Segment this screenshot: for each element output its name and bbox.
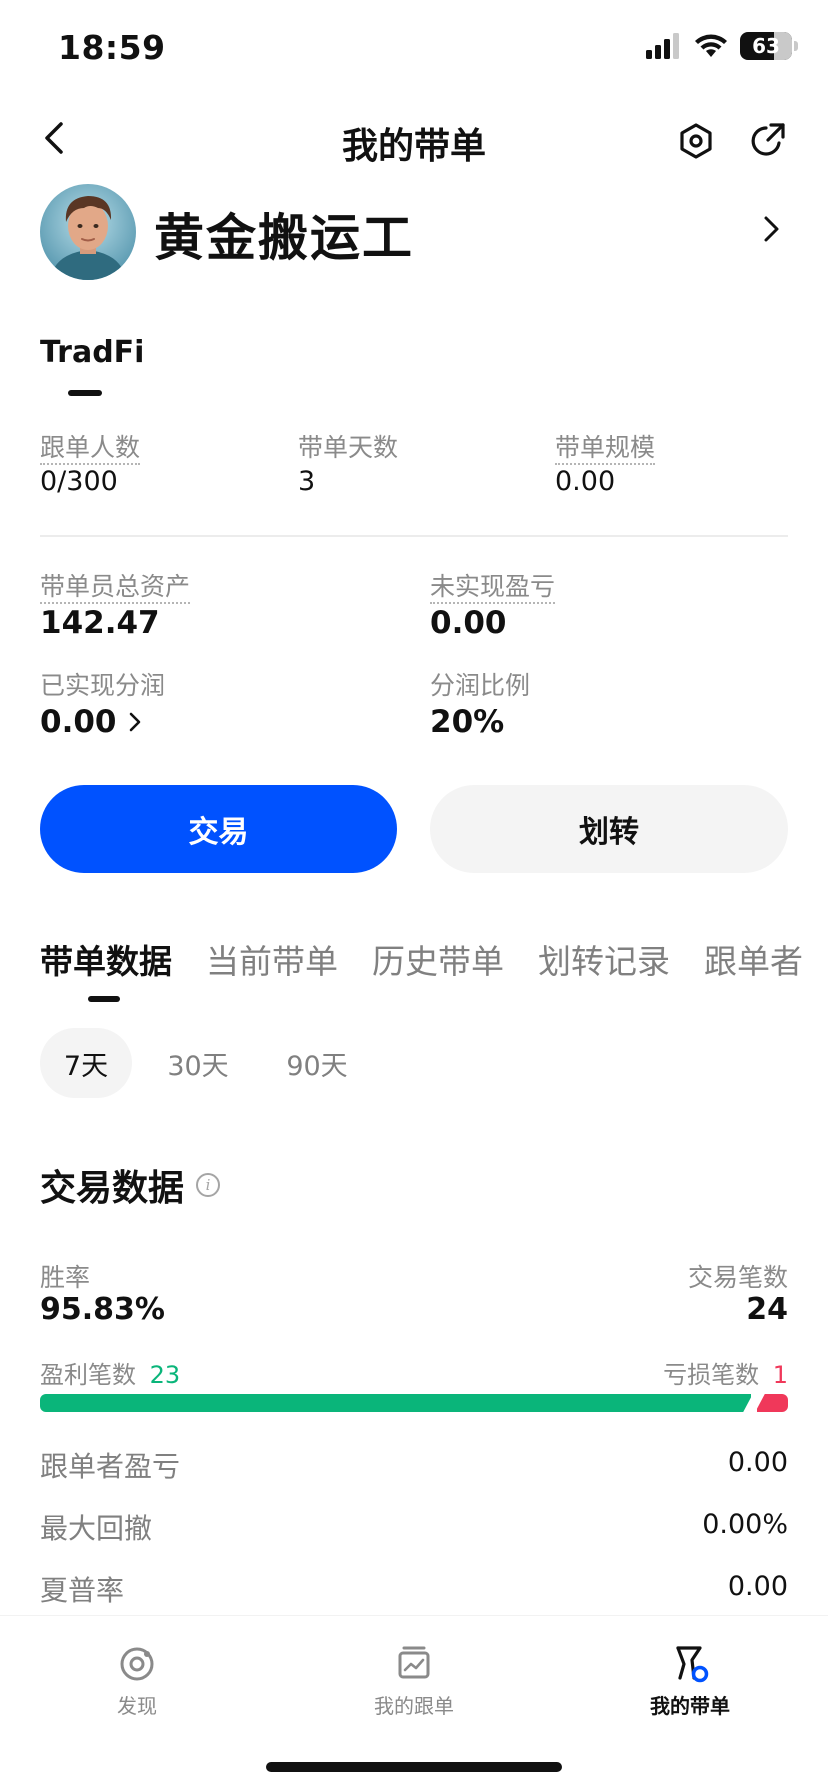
stat-label: 带单天数 <box>298 433 399 462</box>
wifi-icon <box>695 34 727 57</box>
share-icon[interactable] <box>748 121 788 161</box>
stat-unrealized-pnl: 未实现盈亏 0.00 <box>430 571 556 641</box>
stat-label: 未实现盈亏 <box>430 572 556 604</box>
tabbar-item-discover[interactable]: 发现 <box>57 1644 217 1719</box>
stat-label: 已实现分润 <box>40 671 166 700</box>
tab-lead-data[interactable]: 带单数据 <box>40 935 172 983</box>
info-icon[interactable]: i <box>196 1173 221 1197</box>
stat-scale: 带单规模 0.00 <box>555 432 656 497</box>
copy-trades-icon <box>398 1646 430 1679</box>
stat-label: 带单规模 <box>555 433 656 465</box>
status-icons: 63 <box>646 32 798 60</box>
profit-bar <box>40 1394 751 1412</box>
follower-pnl-value: 0.00 <box>727 1447 788 1478</box>
stat-label: 跟单人数 <box>40 433 141 465</box>
stat-value: 3 <box>298 466 316 497</box>
max-drawdown-label: 最大回撤 <box>40 1512 153 1545</box>
chevron-right-icon[interactable] <box>756 212 786 246</box>
status-time: 18:59 <box>58 28 166 67</box>
stat-value: 0/300 <box>40 466 118 497</box>
stat-label: 带单员总资产 <box>40 572 191 604</box>
stat-days: 带单天数 3 <box>298 432 398 497</box>
divider <box>40 535 788 537</box>
profit-count: 盈利笔数 23 <box>40 1355 180 1390</box>
stat-share-ratio: 分润比例 20% <box>430 670 530 740</box>
battery-level: 63 <box>752 34 780 58</box>
sharpe-ratio-label: 夏普率 <box>40 1574 125 1607</box>
trade-button[interactable]: 交易 <box>40 785 397 873</box>
trade-data-section: 交易数据 i <box>40 1159 221 1211</box>
tabbar-item-lead-trades[interactable]: 我的带单 <box>610 1644 770 1719</box>
cellular-signal-icon <box>646 33 679 59</box>
content-tabs: 带单数据 当前带单 历史带单 划转记录 跟单者 <box>40 935 803 983</box>
profit-count-label: 盈利笔数 <box>40 1361 136 1389</box>
account-tab-indicator <box>68 390 102 396</box>
tab-indicator <box>88 996 120 1002</box>
avatar[interactable] <box>40 184 136 280</box>
tab-current-leads[interactable]: 当前带单 <box>206 935 338 983</box>
stat-value: 0.00 <box>430 605 507 641</box>
tab-transfer-records[interactable]: 划转记录 <box>538 935 670 983</box>
profit-count-value: 23 <box>149 1361 181 1389</box>
tabbar-label: 我的跟单 <box>374 1694 454 1718</box>
stat-value: 0.00 <box>555 466 616 497</box>
max-drawdown-value: 0.00% <box>702 1509 788 1540</box>
stat-value: 142.47 <box>40 605 160 641</box>
loss-count: 亏损笔数 1 <box>663 1355 788 1390</box>
chevron-right-icon[interactable] <box>127 710 143 734</box>
period-90d[interactable]: 90天 <box>268 1028 366 1098</box>
loss-count-label: 亏损笔数 <box>663 1361 760 1389</box>
stat-total-assets: 带单员总资产 142.47 <box>40 571 191 641</box>
account-tab-tradfi[interactable]: TradFi <box>40 335 144 370</box>
avatar-portrait-icon <box>40 184 136 280</box>
win-rate-label: 胜率 <box>40 1263 91 1292</box>
stat-followers: 跟单人数 0/300 <box>40 432 141 497</box>
tab-history-leads[interactable]: 历史带单 <box>372 935 504 983</box>
stat-value: 20% <box>430 704 505 740</box>
battery-cap <box>794 41 798 51</box>
period-7d[interactable]: 7天 <box>40 1028 132 1098</box>
sharpe-ratio-value: 0.00 <box>727 1571 788 1602</box>
discover-icon <box>120 1647 154 1681</box>
stat-label: 分润比例 <box>430 671 531 700</box>
tab-followers[interactable]: 跟单者 <box>704 935 803 983</box>
stat-value: 0.00 <box>40 704 117 740</box>
profile-name[interactable]: 黄金搬运工 <box>154 198 414 270</box>
win-rate-value: 95.83% <box>40 1292 165 1327</box>
follower-pnl-label: 跟单者盈亏 <box>40 1450 181 1483</box>
section-title: 交易数据 <box>40 1168 185 1209</box>
tabbar-label: 我的带单 <box>650 1694 730 1718</box>
stat-realized-share[interactable]: 已实现分润 0.00 <box>40 670 165 740</box>
tabbar-item-copy-trades[interactable]: 我的跟单 <box>334 1644 494 1719</box>
loss-count-value: 1 <box>772 1361 788 1389</box>
settings-icon[interactable] <box>676 121 716 161</box>
home-indicator <box>266 1762 562 1772</box>
battery-icon: 63 <box>740 32 792 60</box>
transfer-button[interactable]: 划转 <box>430 785 788 873</box>
trade-count-value: 24 <box>746 1292 788 1327</box>
tabbar-label: 发现 <box>117 1694 157 1718</box>
trade-count-label: 交易笔数 <box>687 1263 788 1292</box>
lead-trades-icon <box>676 1646 709 1683</box>
period-30d[interactable]: 30天 <box>150 1028 246 1098</box>
